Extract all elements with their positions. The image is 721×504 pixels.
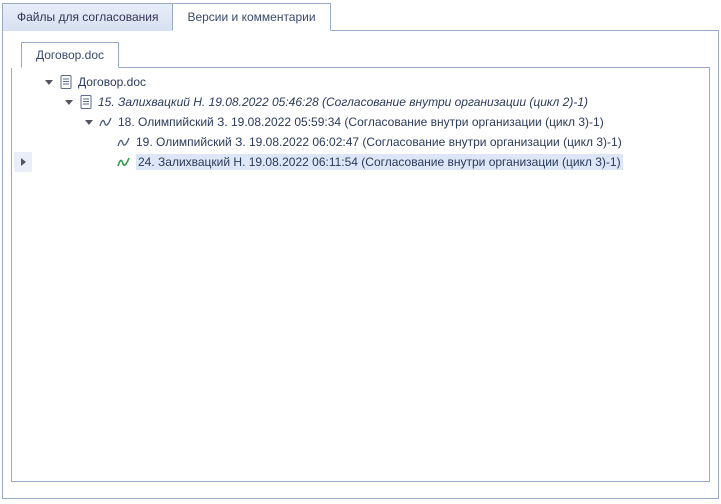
chevron-down-icon <box>45 80 53 85</box>
page-content: Договор.doc Договор.doc 15. Залихвацкий … <box>2 31 719 499</box>
subtab-document[interactable]: Договор.doc <box>21 42 119 68</box>
document-icon <box>58 74 74 90</box>
signed-approved-icon <box>116 154 132 170</box>
indent <box>32 122 82 123</box>
indent <box>32 142 116 143</box>
chevron-down-icon <box>65 100 73 105</box>
signed-icon <box>98 114 114 130</box>
sub-tab-bar: Договор.doc <box>21 41 710 68</box>
indent <box>32 82 42 83</box>
row-gutter <box>14 92 32 112</box>
tree-label: 19. Олимпийский З. 19.08.2022 06:02:47 (… <box>136 135 622 149</box>
row-gutter <box>14 72 32 92</box>
tab-files-for-approval[interactable]: Файлы для согласования <box>2 3 173 31</box>
tree-row-v18[interactable]: 18. Олимпийский З. 19.08.2022 05:59:34 (… <box>12 112 709 132</box>
tree-label: 24. Залихвацкий Н. 19.08.2022 06:11:54 (… <box>136 154 623 170</box>
expander[interactable] <box>82 115 96 129</box>
tree-row-v24[interactable]: 24. Залихвацкий Н. 19.08.2022 06:11:54 (… <box>12 152 709 172</box>
tree-label: 15. Залихвацкий Н. 19.08.2022 05:46:28 (… <box>98 95 588 109</box>
row-gutter <box>14 132 32 152</box>
triangle-right-icon <box>21 158 26 166</box>
expander[interactable] <box>42 75 56 89</box>
tree-label: Договор.doc <box>78 75 146 89</box>
chevron-down-icon <box>85 120 93 125</box>
tree-label: 18. Олимпийский З. 19.08.2022 05:59:34 (… <box>118 115 604 129</box>
indent <box>32 162 116 163</box>
main-tab-bar: Файлы для согласования Версии и коммента… <box>2 2 719 31</box>
indent <box>32 102 62 103</box>
expander[interactable] <box>62 95 76 109</box>
signed-icon <box>116 134 132 150</box>
version-tree[interactable]: Договор.doc 15. Залихвацкий Н. 19.08.202… <box>11 68 710 482</box>
document-icon <box>78 94 94 110</box>
tree-row-v19[interactable]: 19. Олимпийский З. 19.08.2022 06:02:47 (… <box>12 132 709 152</box>
current-row-marker <box>14 152 32 172</box>
tab-versions-and-comments[interactable]: Версии и комментарии <box>172 3 330 31</box>
tree-row-root[interactable]: Договор.doc <box>12 72 709 92</box>
tree-row-v15[interactable]: 15. Залихвацкий Н. 19.08.2022 05:46:28 (… <box>12 92 709 112</box>
row-gutter <box>14 112 32 132</box>
